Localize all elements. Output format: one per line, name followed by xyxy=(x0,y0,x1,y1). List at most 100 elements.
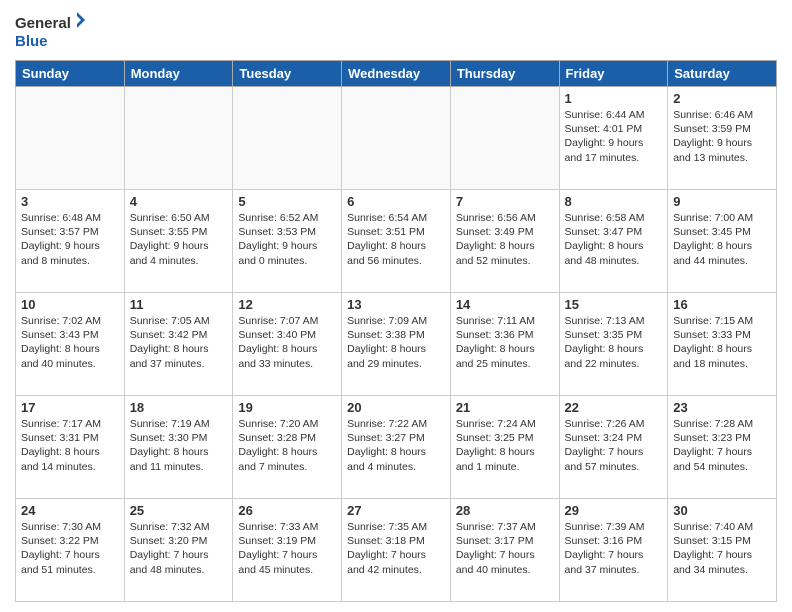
day-info: Sunrise: 7:33 AMSunset: 3:19 PMDaylight:… xyxy=(238,520,336,577)
svg-text:Blue: Blue xyxy=(15,33,48,50)
day-number: 14 xyxy=(456,297,554,312)
day-number: 7 xyxy=(456,194,554,209)
day-number: 12 xyxy=(238,297,336,312)
header: General Blue xyxy=(15,10,777,52)
calendar-cell: 19 Sunrise: 7:20 AMSunset: 3:28 PMDayligh… xyxy=(233,396,342,499)
day-number: 17 xyxy=(21,400,119,415)
calendar-cell: 16 Sunrise: 7:15 AMSunset: 3:33 PMDayligh… xyxy=(668,293,777,396)
day-info: Sunrise: 7:22 AMSunset: 3:27 PMDaylight:… xyxy=(347,417,445,474)
day-number: 10 xyxy=(21,297,119,312)
calendar-cell: 13 Sunrise: 7:09 AMSunset: 3:38 PMDayligh… xyxy=(342,293,451,396)
weekday-thursday: Thursday xyxy=(450,61,559,87)
calendar-cell: 8 Sunrise: 6:58 AMSunset: 3:47 PMDaylight… xyxy=(559,190,668,293)
calendar-cell: 5 Sunrise: 6:52 AMSunset: 3:53 PMDaylight… xyxy=(233,190,342,293)
calendar-cell: 30Sunrise: 7:40 AMSunset: 3:15 PMDayligh… xyxy=(668,499,777,602)
calendar-cell: 18Sunrise: 7:19 AMSunset: 3:30 PMDayligh… xyxy=(124,396,233,499)
page: General Blue SundayMondayTuesdayWednesda… xyxy=(0,0,792,612)
week-row-4: 17 Sunrise: 7:17 AMSunset: 3:31 PMDayligh… xyxy=(16,396,777,499)
day-info: Sunrise: 7:13 AMSunset: 3:35 PMDaylight:… xyxy=(565,314,663,371)
day-number: 28 xyxy=(456,503,554,518)
calendar-cell: 4 Sunrise: 6:50 AMSunset: 3:55 PMDaylight… xyxy=(124,190,233,293)
day-info: Sunrise: 7:07 AMSunset: 3:40 PMDaylight:… xyxy=(238,314,336,371)
day-number: 23 xyxy=(673,400,771,415)
weekday-sunday: Sunday xyxy=(16,61,125,87)
logo: General Blue xyxy=(15,10,85,52)
day-info: Sunrise: 7:20 AMSunset: 3:28 PMDaylight:… xyxy=(238,417,336,474)
day-number: 15 xyxy=(565,297,663,312)
calendar-cell: 22 Sunrise: 7:26 AMSunset: 3:24 PMDayligh… xyxy=(559,396,668,499)
calendar-cell: 24Sunrise: 7:30 AMSunset: 3:22 PMDayligh… xyxy=(16,499,125,602)
week-row-3: 10 Sunrise: 7:02 AMSunset: 3:43 PMDayligh… xyxy=(16,293,777,396)
calendar-cell: 26Sunrise: 7:33 AMSunset: 3:19 PMDayligh… xyxy=(233,499,342,602)
weekday-saturday: Saturday xyxy=(668,61,777,87)
calendar-cell: 10 Sunrise: 7:02 AMSunset: 3:43 PMDayligh… xyxy=(16,293,125,396)
svg-text:General: General xyxy=(15,15,71,32)
day-info: Sunrise: 7:00 AMSunset: 3:45 PMDaylight:… xyxy=(673,211,771,268)
day-info: Sunrise: 7:05 AMSunset: 3:42 PMDaylight:… xyxy=(130,314,228,371)
day-number: 1 xyxy=(565,91,663,106)
calendar-cell: 21Sunrise: 7:24 AMSunset: 3:25 PMDayligh… xyxy=(450,396,559,499)
weekday-monday: Monday xyxy=(124,61,233,87)
day-info: Sunrise: 7:30 AMSunset: 3:22 PMDaylight:… xyxy=(21,520,119,577)
day-info: Sunrise: 6:46 AMSunset: 3:59 PMDaylight:… xyxy=(673,108,771,165)
calendar-cell: 29 Sunrise: 7:39 AMSunset: 3:16 PMDayligh… xyxy=(559,499,668,602)
day-number: 2 xyxy=(673,91,771,106)
calendar-cell: 20 Sunrise: 7:22 AMSunset: 3:27 PMDayligh… xyxy=(342,396,451,499)
day-info: Sunrise: 7:32 AMSunset: 3:20 PMDaylight:… xyxy=(130,520,228,577)
week-row-1: 1 Sunrise: 6:44 AMSunset: 4:01 PMDaylight… xyxy=(16,87,777,190)
calendar-cell: 28 Sunrise: 7:37 AMSunset: 3:17 PMDayligh… xyxy=(450,499,559,602)
calendar: SundayMondayTuesdayWednesdayThursdayFrid… xyxy=(15,60,777,602)
calendar-cell: 9Sunrise: 7:00 AMSunset: 3:45 PMDaylight… xyxy=(668,190,777,293)
day-info: Sunrise: 6:58 AMSunset: 3:47 PMDaylight:… xyxy=(565,211,663,268)
day-info: Sunrise: 7:37 AMSunset: 3:17 PMDaylight:… xyxy=(456,520,554,577)
week-row-5: 24Sunrise: 7:30 AMSunset: 3:22 PMDayligh… xyxy=(16,499,777,602)
day-number: 13 xyxy=(347,297,445,312)
calendar-cell: 14 Sunrise: 7:11 AMSunset: 3:36 PMDayligh… xyxy=(450,293,559,396)
day-number: 4 xyxy=(130,194,228,209)
calendar-cell: 15 Sunrise: 7:13 AMSunset: 3:35 PMDayligh… xyxy=(559,293,668,396)
calendar-cell xyxy=(16,87,125,190)
day-info: Sunrise: 6:44 AMSunset: 4:01 PMDaylight:… xyxy=(565,108,663,165)
calendar-cell: 7 Sunrise: 6:56 AMSunset: 3:49 PMDaylight… xyxy=(450,190,559,293)
calendar-cell: 25Sunrise: 7:32 AMSunset: 3:20 PMDayligh… xyxy=(124,499,233,602)
day-info: Sunrise: 7:11 AMSunset: 3:36 PMDaylight:… xyxy=(456,314,554,371)
calendar-cell: 11 Sunrise: 7:05 AMSunset: 3:42 PMDayligh… xyxy=(124,293,233,396)
calendar-cell: 17 Sunrise: 7:17 AMSunset: 3:31 PMDayligh… xyxy=(16,396,125,499)
calendar-cell xyxy=(233,87,342,190)
day-number: 8 xyxy=(565,194,663,209)
calendar-cell: 12 Sunrise: 7:07 AMSunset: 3:40 PMDayligh… xyxy=(233,293,342,396)
day-number: 22 xyxy=(565,400,663,415)
day-number: 19 xyxy=(238,400,336,415)
calendar-cell: 23 Sunrise: 7:28 AMSunset: 3:23 PMDayligh… xyxy=(668,396,777,499)
calendar-cell: 1 Sunrise: 6:44 AMSunset: 4:01 PMDaylight… xyxy=(559,87,668,190)
day-info: Sunrise: 7:28 AMSunset: 3:23 PMDaylight:… xyxy=(673,417,771,474)
weekday-tuesday: Tuesday xyxy=(233,61,342,87)
day-info: Sunrise: 7:35 AMSunset: 3:18 PMDaylight:… xyxy=(347,520,445,577)
day-number: 20 xyxy=(347,400,445,415)
day-info: Sunrise: 7:40 AMSunset: 3:15 PMDaylight:… xyxy=(673,520,771,577)
calendar-cell: 2 Sunrise: 6:46 AMSunset: 3:59 PMDaylight… xyxy=(668,87,777,190)
day-number: 3 xyxy=(21,194,119,209)
day-info: Sunrise: 7:26 AMSunset: 3:24 PMDaylight:… xyxy=(565,417,663,474)
week-row-2: 3 Sunrise: 6:48 AMSunset: 3:57 PMDaylight… xyxy=(16,190,777,293)
day-info: Sunrise: 6:56 AMSunset: 3:49 PMDaylight:… xyxy=(456,211,554,268)
day-number: 5 xyxy=(238,194,336,209)
day-number: 29 xyxy=(565,503,663,518)
day-number: 11 xyxy=(130,297,228,312)
logo-svg: General Blue xyxy=(15,10,85,52)
day-number: 6 xyxy=(347,194,445,209)
day-info: Sunrise: 6:50 AMSunset: 3:55 PMDaylight:… xyxy=(130,211,228,268)
calendar-cell xyxy=(124,87,233,190)
calendar-cell xyxy=(450,87,559,190)
day-info: Sunrise: 7:39 AMSunset: 3:16 PMDaylight:… xyxy=(565,520,663,577)
day-info: Sunrise: 6:48 AMSunset: 3:57 PMDaylight:… xyxy=(21,211,119,268)
day-info: Sunrise: 7:19 AMSunset: 3:30 PMDaylight:… xyxy=(130,417,228,474)
day-info: Sunrise: 7:15 AMSunset: 3:33 PMDaylight:… xyxy=(673,314,771,371)
day-info: Sunrise: 7:09 AMSunset: 3:38 PMDaylight:… xyxy=(347,314,445,371)
calendar-cell: 6Sunrise: 6:54 AMSunset: 3:51 PMDaylight… xyxy=(342,190,451,293)
day-info: Sunrise: 7:02 AMSunset: 3:43 PMDaylight:… xyxy=(21,314,119,371)
day-info: Sunrise: 7:17 AMSunset: 3:31 PMDaylight:… xyxy=(21,417,119,474)
day-number: 16 xyxy=(673,297,771,312)
calendar-cell: 27Sunrise: 7:35 AMSunset: 3:18 PMDayligh… xyxy=(342,499,451,602)
day-info: Sunrise: 6:52 AMSunset: 3:53 PMDaylight:… xyxy=(238,211,336,268)
